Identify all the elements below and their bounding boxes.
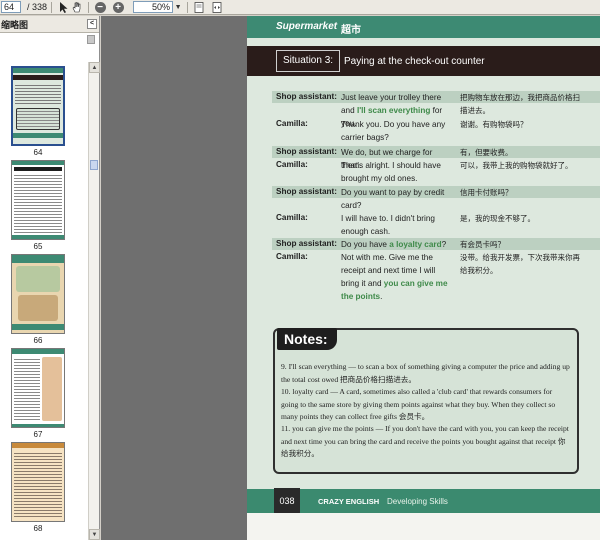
- page-brand: Supermarket: [276, 21, 338, 32]
- collapse-panel-icon[interactable]: <: [87, 19, 97, 29]
- zoom-out-icon[interactable]: −: [93, 1, 107, 14]
- fit-width-icon[interactable]: [210, 1, 224, 14]
- line-english: Do you have a loyalty card?: [341, 240, 447, 249]
- speaker: Camilla:: [276, 119, 308, 128]
- zoom-in-icon[interactable]: +: [111, 1, 125, 14]
- hand-tool-icon[interactable]: [70, 1, 84, 14]
- note-item: 9. I'll scan everything — to scan a box …: [281, 362, 570, 384]
- line-english: Do you want to pay by credit card?: [341, 188, 445, 210]
- thumbnail-scrollbar[interactable]: ▲ ▼: [88, 62, 100, 540]
- line-chinese: 是，我的现金不够了。: [460, 214, 535, 223]
- situation-label: Situation 3:: [276, 50, 341, 72]
- speaker: Camilla:: [276, 252, 308, 261]
- thumbnail-label: 65: [33, 242, 43, 251]
- line-chinese: 有，但要收费。: [460, 148, 513, 157]
- thumbnail-panel-header: 缩略图 <: [0, 16, 99, 33]
- select-tool-icon[interactable]: [56, 1, 70, 14]
- scroll-down-icon[interactable]: ▼: [89, 529, 100, 540]
- delete-page-icon[interactable]: [87, 35, 95, 44]
- speaker: Camilla:: [276, 213, 308, 222]
- document-page: Supermarket 超市 Situation 3: Paying at th…: [247, 16, 600, 540]
- line-chinese: 可以，我带上我的购物袋就好了。: [460, 161, 573, 170]
- scrollbar-thumb[interactable]: [90, 160, 98, 170]
- page-number-input[interactable]: 64: [1, 1, 21, 13]
- line-chinese: 把购物车放在那边，我把商品价格扫描进去。: [460, 93, 580, 115]
- thumbnail-panel-title: 缩略图: [1, 19, 29, 30]
- scroll-up-icon[interactable]: ▲: [89, 62, 100, 73]
- thumbnail-page-67[interactable]: [11, 348, 65, 428]
- situation-title: Paying at the check-out counter: [344, 56, 485, 67]
- footer-brand: CRAZY ENGLISH: [318, 497, 380, 506]
- line-english: Thank you. Do you have any carrier bags?: [341, 120, 446, 142]
- speaker: Shop assistant:: [276, 187, 337, 196]
- speaker: Shop assistant:: [276, 239, 337, 248]
- thumbnail-page-68[interactable]: [11, 442, 65, 522]
- toolbar: 64 / 338 − + 50% ▼: [0, 0, 600, 15]
- note-item: 10. loyalty card — A card, sometimes als…: [281, 387, 556, 421]
- thumbnail-page-66[interactable]: [11, 254, 65, 334]
- thumbnail-label: 64: [33, 148, 43, 157]
- line-english: Not with me. Give me the receipt and nex…: [341, 253, 448, 301]
- speaker: Shop assistant:: [276, 92, 337, 101]
- line-chinese: 谢谢。有购物袋吗？: [460, 120, 528, 129]
- toolbar-separator: [187, 1, 189, 13]
- thumbnail-page-65[interactable]: [11, 160, 65, 240]
- line-english: That's alright. I should have brought my…: [341, 161, 441, 183]
- line-chinese: 有会员卡吗？: [460, 240, 505, 249]
- thumbnail-label: 67: [33, 430, 43, 439]
- line-chinese: 信用卡付账吗？: [460, 188, 513, 197]
- situation-band: Situation 3: Paying at the check-out cou…: [247, 46, 600, 76]
- page-brand-cn: 超市: [341, 25, 361, 36]
- thumbnail-tools: [0, 33, 99, 46]
- line-english: I will have to. I didn't bring enough ca…: [341, 214, 435, 236]
- speaker: Camilla:: [276, 160, 308, 169]
- footer-subtitle: Developing Skills: [387, 497, 448, 506]
- zoom-input[interactable]: 50%: [133, 1, 174, 13]
- toolbar-separator: [51, 1, 53, 13]
- line-chinese: 没带。给我开发票，下次我带来你再给我积分。: [460, 253, 580, 275]
- thumbnail-label: 66: [33, 336, 43, 345]
- zoom-dropdown-chevron-icon[interactable]: ▼: [173, 1, 183, 14]
- fit-page-icon[interactable]: [192, 1, 206, 14]
- note-item: 11. you can give me the points — If you …: [281, 424, 569, 458]
- thumbnail-label: 68: [33, 524, 43, 533]
- thumbnail-page-64[interactable]: [11, 66, 65, 146]
- toolbar-separator: [88, 1, 90, 13]
- speaker: Shop assistant:: [276, 147, 337, 156]
- thumbnail-list: 64 65 66 67 68: [0, 62, 88, 540]
- page-total-label: / 338: [27, 2, 48, 12]
- notes-title: Notes:: [277, 328, 337, 350]
- page-header-band: Supermarket 超市: [247, 16, 600, 38]
- page-bottom-margin: [247, 513, 600, 540]
- thumbnail-panel: 缩略图 < 64 65 66 67 68 ▲ ▼: [0, 16, 100, 540]
